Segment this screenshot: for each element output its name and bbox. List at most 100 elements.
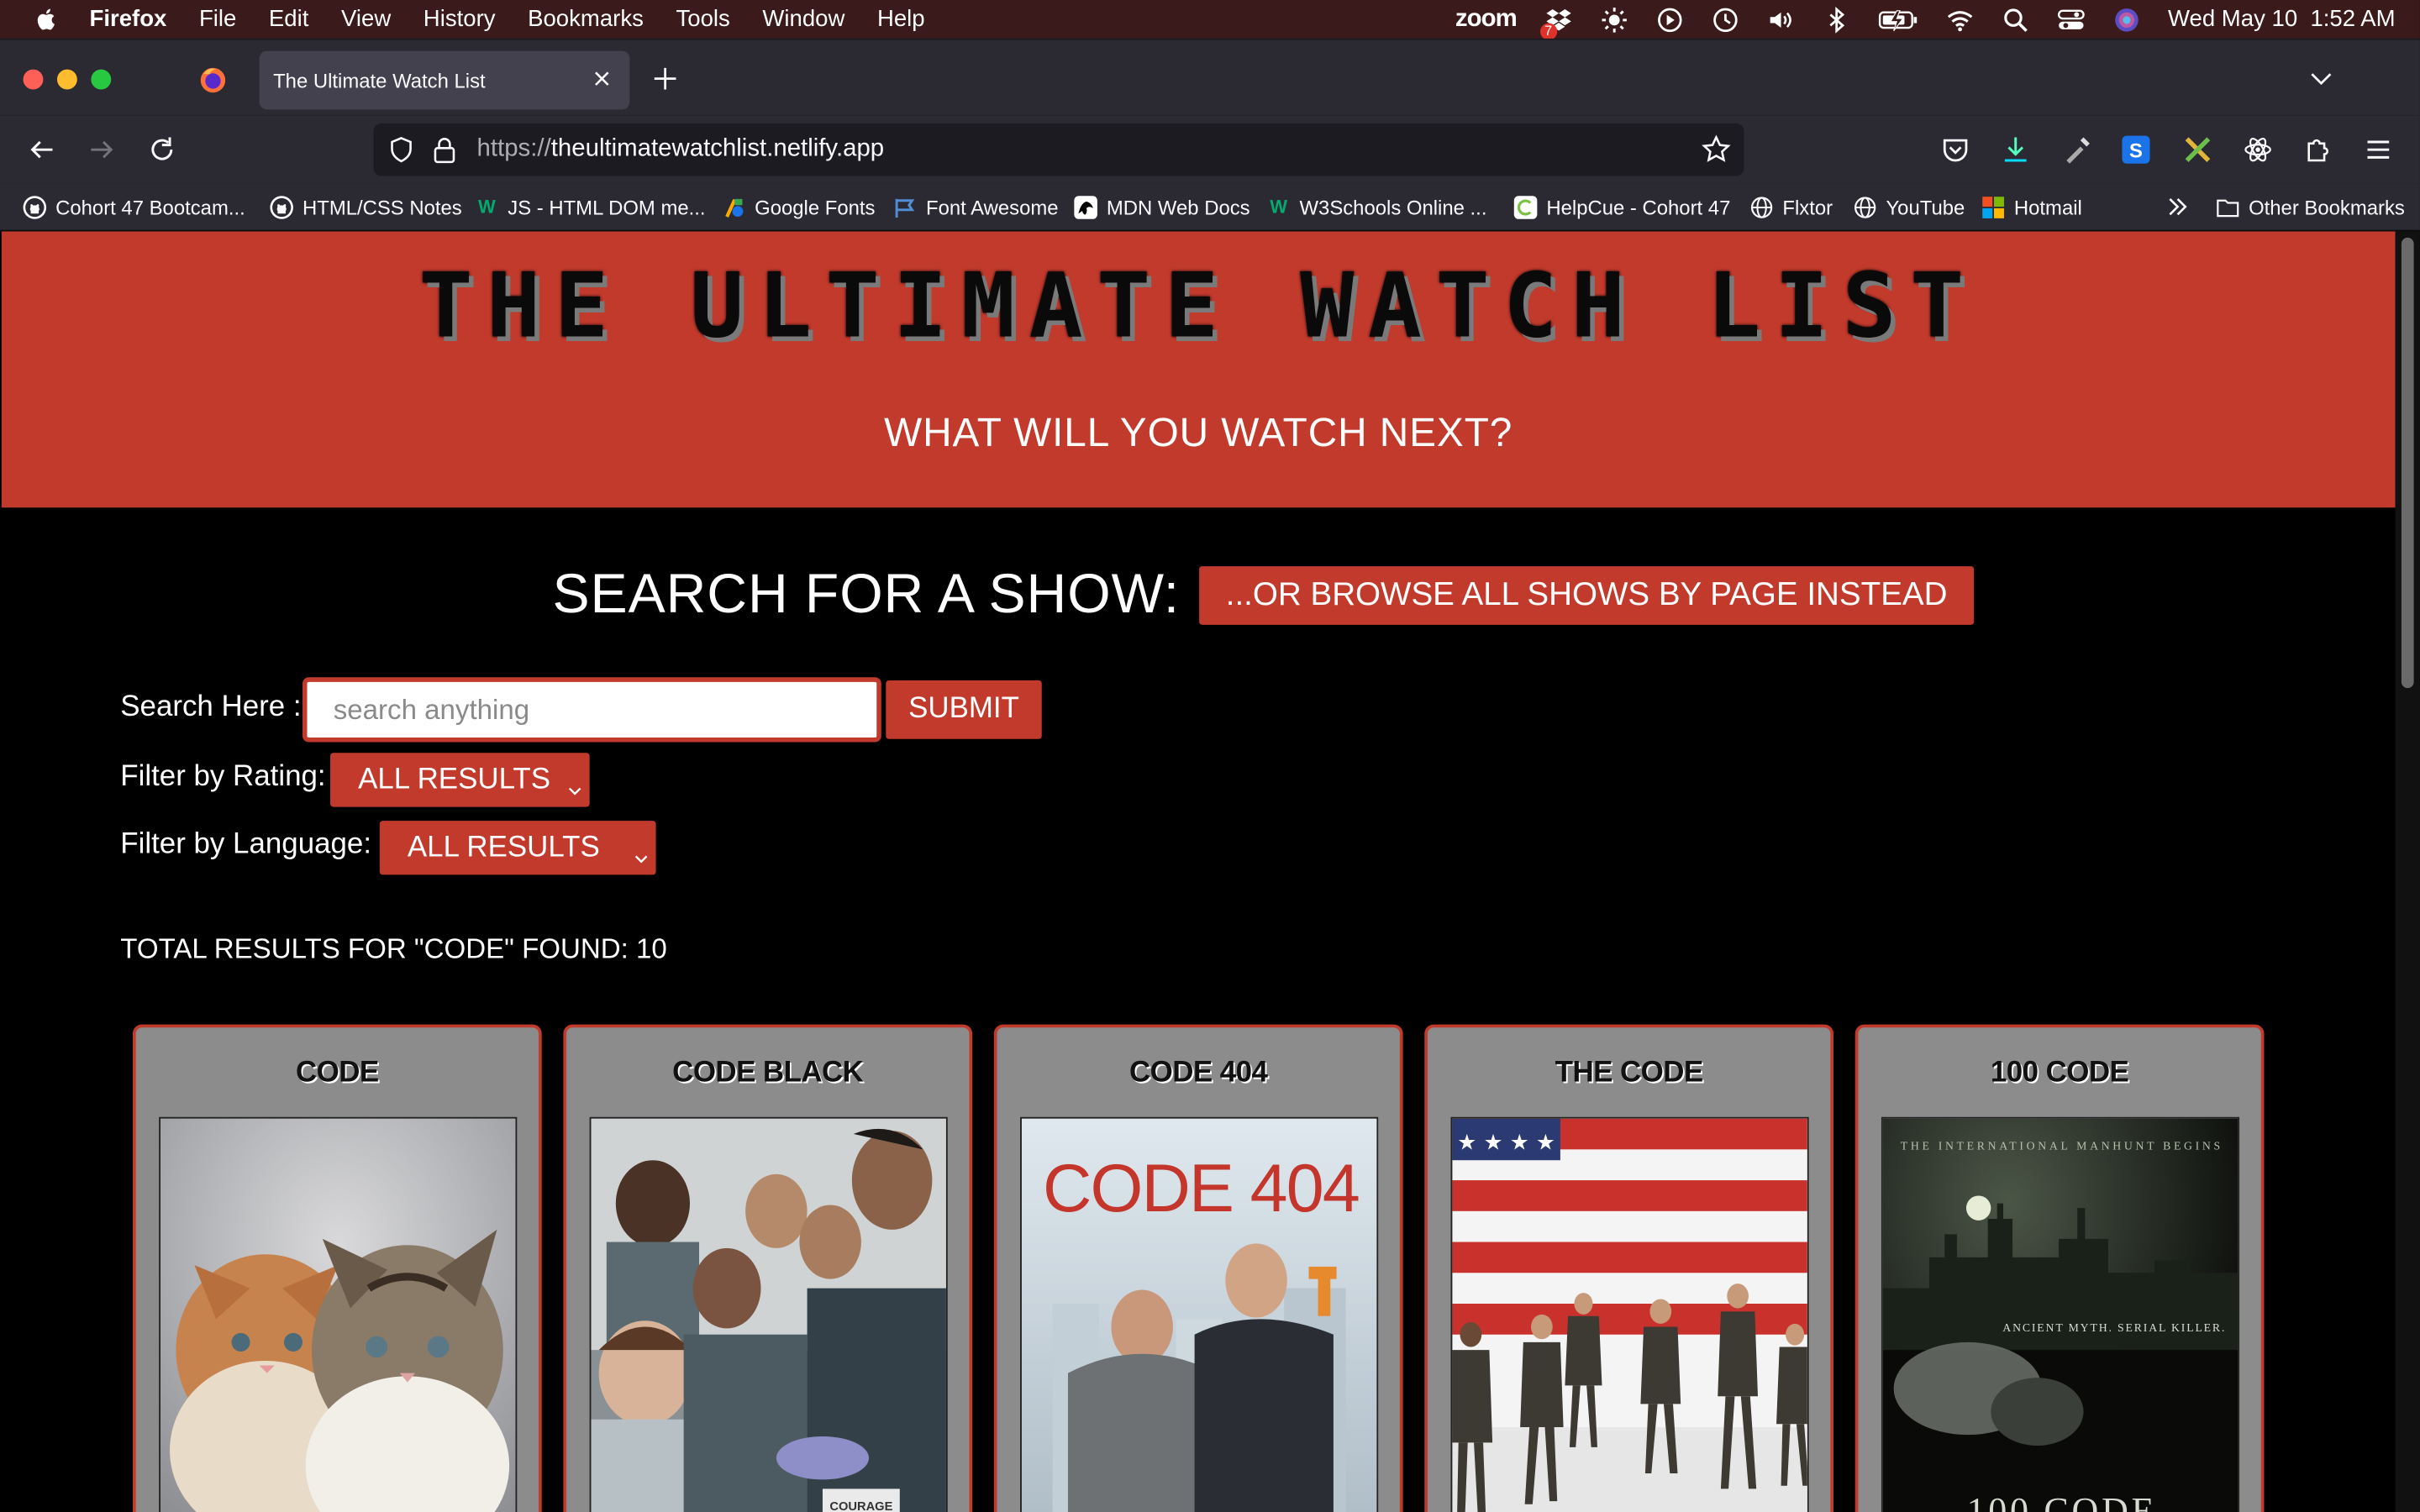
downloads-icon[interactable] bbox=[2000, 134, 2031, 165]
scrollbar-thumb[interactable] bbox=[2401, 237, 2414, 689]
menu-window[interactable]: Window bbox=[762, 6, 844, 32]
menu-history[interactable]: History bbox=[424, 6, 496, 32]
show-poster-image[interactable]: CODE 404 bbox=[1020, 1116, 1379, 1512]
bookmark-item[interactable]: Font Awesome bbox=[893, 193, 1059, 221]
bookmark-item[interactable]: Flxtor bbox=[1750, 193, 1833, 221]
volume-icon[interactable] bbox=[1766, 5, 1794, 33]
w3schools-icon: W bbox=[1270, 196, 1288, 218]
apple-icon[interactable] bbox=[31, 4, 62, 35]
language-filter-value: ALL RESULTS bbox=[407, 831, 600, 864]
rating-filter-select[interactable]: ALL RESULTS bbox=[330, 753, 590, 807]
spotlight-search-icon[interactable] bbox=[2002, 5, 2029, 33]
microsoft-icon bbox=[1981, 195, 2005, 218]
site-subtitle: WHAT WILL YOU WATCH NEXT? bbox=[884, 408, 1513, 455]
bookmark-item[interactable]: Hotmail bbox=[1981, 193, 2082, 221]
show-poster-image[interactable] bbox=[159, 1116, 518, 1512]
pocket-icon[interactable] bbox=[1940, 134, 1971, 165]
poster-subline-text: ANCIENT MYTH. SERIAL KILLER. bbox=[2002, 1321, 2226, 1334]
url-host: theultimatewatchlist.netlify.app bbox=[550, 135, 885, 162]
new-tab-icon[interactable] bbox=[650, 63, 681, 94]
google-fonts-icon bbox=[723, 195, 746, 218]
menu-app-name[interactable]: Firefox bbox=[90, 6, 167, 32]
browser-tab-active[interactable]: The Ultimate Watch List bbox=[259, 50, 630, 110]
show-title: 100 CODE bbox=[1990, 1057, 2129, 1089]
chevron-down-icon bbox=[634, 841, 649, 864]
lock-icon[interactable] bbox=[432, 136, 456, 164]
close-tab-icon[interactable] bbox=[590, 66, 614, 91]
hamburger-menu-icon[interactable] bbox=[2363, 134, 2394, 165]
window-minimize-button[interactable] bbox=[56, 69, 77, 90]
window-close-button[interactable] bbox=[23, 69, 44, 90]
bookmark-item[interactable]: W W3Schools Online ... bbox=[1267, 193, 1486, 221]
macos-menu-bar: Firefox File Edit View History Bookmarks… bbox=[0, 0, 2420, 39]
eyedropper-extension-icon[interactable] bbox=[2062, 134, 2093, 165]
more-bookmarks-chevron-icon[interactable] bbox=[2165, 193, 2190, 221]
bluetooth-icon[interactable] bbox=[1823, 5, 1850, 33]
menu-edit[interactable]: Edit bbox=[269, 6, 308, 32]
address-bar[interactable]: https://theultimatewatchlist.netlify.app bbox=[373, 123, 1744, 176]
react-devtools-icon[interactable] bbox=[2243, 134, 2274, 165]
bookmark-item[interactable]: HTML/CSS Notes bbox=[270, 193, 462, 221]
show-card[interactable]: THE CODE ★ ★ ★ ★ bbox=[1424, 1024, 1833, 1512]
bookmark-item[interactable]: W JS - HTML DOM me... bbox=[476, 193, 706, 221]
menu-help[interactable]: Help bbox=[877, 6, 925, 32]
show-poster-image[interactable]: ★ ★ ★ ★ bbox=[1450, 1116, 1809, 1512]
control-center-icon[interactable] bbox=[2057, 5, 2085, 33]
bookmark-item[interactable]: YouTube bbox=[1854, 193, 1965, 221]
wifi-icon[interactable] bbox=[1946, 5, 1974, 33]
bookmark-label: JS - HTML DOM me... bbox=[508, 195, 706, 218]
battery-charging-icon[interactable] bbox=[1878, 5, 1918, 33]
list-all-tabs-icon[interactable] bbox=[2307, 65, 2335, 92]
window-zoom-button[interactable] bbox=[91, 69, 112, 90]
poster-title-text: 100 CODE bbox=[1967, 1490, 2158, 1512]
notification-badge: 7 bbox=[1539, 22, 1557, 39]
play-circle-icon[interactable] bbox=[1655, 5, 1683, 33]
extensions-puzzle-icon[interactable] bbox=[2302, 134, 2333, 165]
s-extension-icon[interactable]: S bbox=[2121, 134, 2152, 165]
tracking-protection-shield-icon[interactable] bbox=[387, 136, 415, 164]
show-card[interactable]: CODE BLACK COURAGE bbox=[563, 1024, 973, 1512]
poster-title-text: CODE 404 bbox=[1043, 1151, 1359, 1226]
page-scrollbar[interactable] bbox=[2395, 231, 2420, 1512]
total-results-text: TOTAL RESULTS FOR "CODE" FOUND: 10 bbox=[120, 933, 667, 964]
mdn-icon bbox=[1074, 195, 1097, 218]
time-machine-icon[interactable] bbox=[1711, 5, 1739, 33]
bookmark-item[interactable]: Google Fonts bbox=[723, 193, 876, 221]
menu-file[interactable]: File bbox=[199, 6, 236, 32]
bookmark-label: Cohort 47 Bootcam... bbox=[55, 195, 245, 218]
bookmark-item[interactable]: HelpCue - Cohort 47 bbox=[1513, 193, 1730, 221]
show-card[interactable]: 100 CODE THE INTERNATIONAL MANHUNT BEGIN… bbox=[1854, 1024, 2265, 1512]
menu-bookmarks[interactable]: Bookmarks bbox=[528, 6, 644, 32]
bookmark-label: Flxtor bbox=[1782, 195, 1833, 218]
bookmark-label: Hotmail bbox=[2013, 195, 2082, 218]
submit-button[interactable]: SUBMIT bbox=[886, 680, 1042, 739]
menu-view[interactable]: View bbox=[341, 6, 391, 32]
brightness-icon[interactable] bbox=[1600, 5, 1628, 33]
bookmark-item[interactable]: Cohort 47 Bootcam... bbox=[23, 193, 245, 221]
url-text[interactable]: https://theultimatewatchlist.netlify.app bbox=[477, 136, 885, 164]
bookmark-item[interactable]: MDN Web Docs bbox=[1074, 193, 1250, 221]
show-card[interactable]: CODE 404 CODE 404 bbox=[993, 1024, 1403, 1512]
folder-icon bbox=[2217, 195, 2240, 218]
bookmark-label: Google Fonts bbox=[755, 195, 876, 218]
reload-icon[interactable] bbox=[146, 134, 177, 165]
search-input[interactable] bbox=[302, 677, 881, 743]
browse-all-shows-button[interactable]: ...OR BROWSE ALL SHOWS BY PAGE INSTEAD bbox=[1199, 566, 1975, 625]
show-card[interactable]: CODE bbox=[132, 1024, 542, 1512]
siri-icon[interactable] bbox=[2112, 5, 2140, 33]
language-filter-select[interactable]: ALL RESULTS bbox=[379, 821, 656, 875]
show-poster-image[interactable]: THE INTERNATIONAL MANHUNT BEGINS ANCIENT… bbox=[1881, 1116, 2240, 1512]
show-poster-image[interactable]: COURAGE bbox=[589, 1116, 948, 1512]
bookmark-label: MDN Web Docs bbox=[1106, 195, 1250, 218]
web-page: THE ULTIMATE WATCH LIST WHAT WILL YOU WA… bbox=[0, 231, 2396, 1512]
other-bookmarks-folder[interactable]: Other Bookmarks bbox=[2217, 193, 2405, 221]
bookmark-star-icon[interactable] bbox=[1701, 134, 1732, 165]
firefox-view-icon[interactable] bbox=[199, 66, 227, 94]
font-awesome-icon bbox=[893, 195, 917, 218]
menu-tools[interactable]: Tools bbox=[676, 6, 729, 32]
dropbox-icon[interactable]: 7 bbox=[1539, 5, 1572, 39]
zoom-status-item[interactable]: zoom bbox=[1455, 5, 1518, 33]
back-arrow-icon[interactable] bbox=[26, 134, 57, 165]
cross-tools-extension-icon[interactable] bbox=[2182, 134, 2213, 165]
menu-datetime[interactable]: Wed May 10 1:52 AM bbox=[2168, 6, 2396, 32]
